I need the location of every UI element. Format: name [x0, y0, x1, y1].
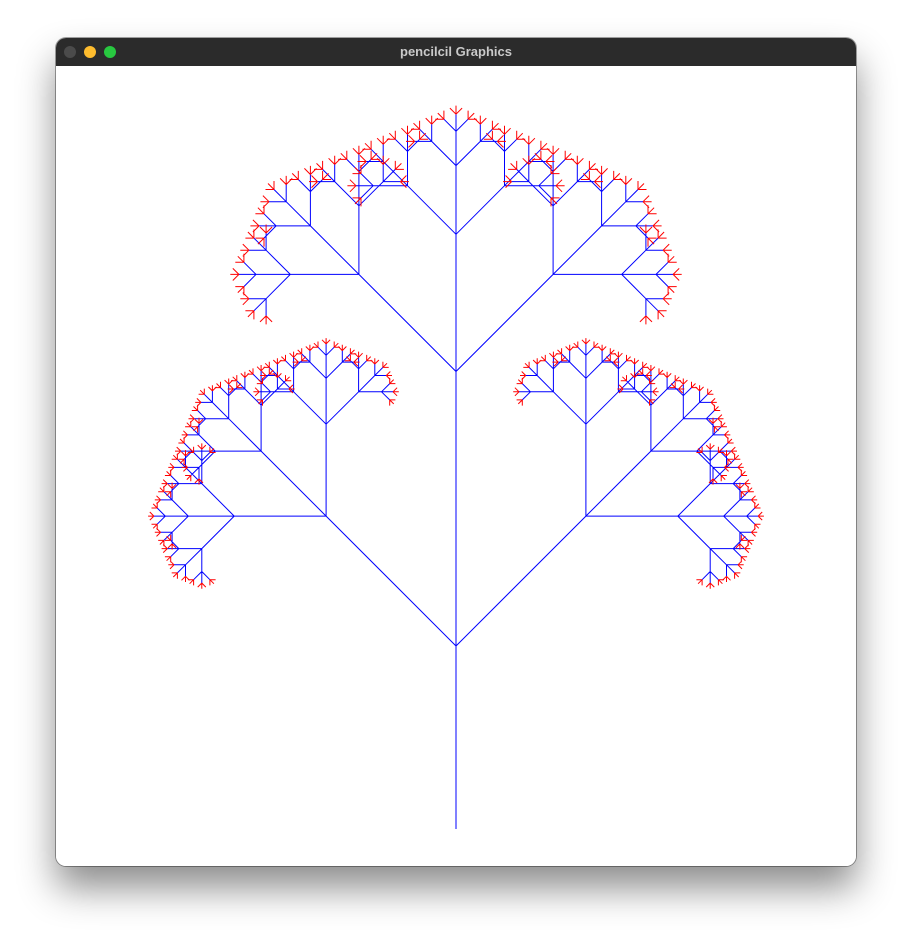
tree-branches: [153, 114, 759, 829]
graphics-canvas: [56, 66, 856, 866]
app-window: pencilcil Graphics: [56, 38, 856, 866]
fractal-tree-drawing: [148, 105, 764, 829]
title-bar[interactable]: pencilcil Graphics: [56, 38, 856, 67]
window-title: pencilcil Graphics: [400, 44, 512, 59]
